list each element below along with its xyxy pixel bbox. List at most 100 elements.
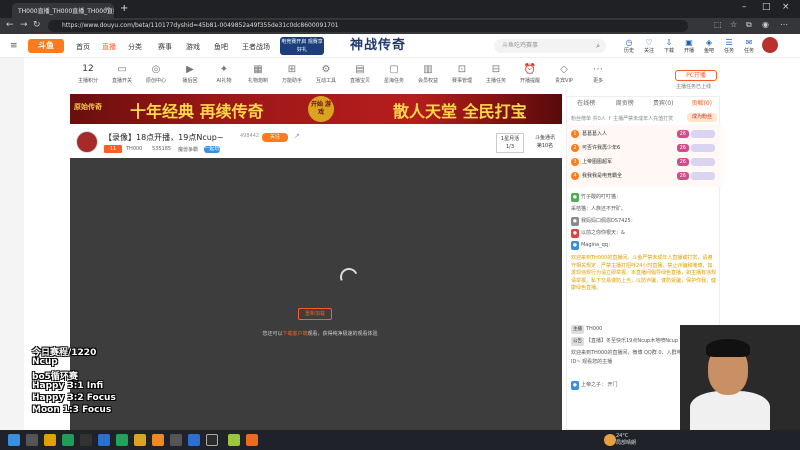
banner-left-text: 十年经典 再续传奇 bbox=[130, 102, 264, 121]
app-icon[interactable] bbox=[206, 434, 218, 446]
share-icon[interactable]: ↗ bbox=[294, 132, 300, 140]
favorites-icon[interactable]: ☆ bbox=[730, 20, 737, 29]
app-icon[interactable] bbox=[116, 434, 128, 446]
menu-icon[interactable]: ⋯ bbox=[780, 20, 788, 29]
search-icon[interactable]: ⌕ bbox=[596, 39, 600, 53]
nav-live[interactable]: 直播 bbox=[102, 42, 116, 52]
browser-tab[interactable]: TH000直播_TH000直播_TH000直播 × bbox=[12, 3, 114, 18]
follow-button[interactable]: ♡ 关注 bbox=[640, 38, 658, 54]
nav-fishbar[interactable]: 鱼吧 bbox=[214, 42, 228, 52]
reload-button[interactable]: 重新加载 bbox=[298, 308, 332, 320]
weather-widget[interactable]: 24°C 局部晴朗 bbox=[616, 433, 636, 447]
hamburger-icon[interactable]: ≡ bbox=[10, 41, 18, 51]
tool-switch[interactable]: ▭ 直播开关 bbox=[108, 64, 136, 84]
broadcast-button[interactable]: ▣ 开播 bbox=[680, 38, 698, 54]
tool-points[interactable]: 12 主播积分 bbox=[74, 64, 102, 84]
edge-icon[interactable] bbox=[62, 434, 74, 446]
ai-icon: ✦ bbox=[219, 64, 229, 75]
tab-vip[interactable]: 贵宾(0) bbox=[644, 97, 683, 111]
banner-start-button[interactable]: 开始 游戏 bbox=[308, 96, 334, 122]
rank-row[interactable]: 1 葛葛葛入人 26 bbox=[571, 129, 717, 139]
rank-row[interactable]: 2 可否许我再少年6 26 bbox=[571, 143, 717, 153]
tool-replay[interactable]: ▶ 播后回 bbox=[176, 64, 204, 84]
tool-member[interactable]: ▥ 会员权益 bbox=[414, 64, 442, 84]
tool-remind[interactable]: ⏰ 开播提醒 bbox=[516, 64, 544, 84]
search-placeholder: 斗鱼吃鸡赛事 bbox=[502, 42, 539, 49]
start-icon[interactable] bbox=[8, 434, 20, 446]
tool-original[interactable]: ◎ 原创中心 bbox=[142, 64, 170, 84]
task-gift-icon: ⊟ bbox=[491, 64, 501, 75]
tab-contrib[interactable]: 贡献(0) bbox=[683, 97, 722, 111]
download-button[interactable]: ⇩ 下载 bbox=[660, 38, 678, 54]
nav-games[interactable]: 游戏 bbox=[186, 42, 200, 52]
app-icon[interactable] bbox=[152, 434, 164, 446]
weather-icon[interactable] bbox=[604, 434, 616, 446]
rank-row[interactable]: 4 我我我是电竞霸全 26 bbox=[571, 171, 717, 181]
tab-weekly[interactable]: 周贡榜 bbox=[606, 97, 645, 111]
fishbar-button[interactable]: ◈ 鱼吧 bbox=[700, 38, 718, 54]
chat-text: 我妈妈口佩恩DS7425： bbox=[580, 218, 636, 224]
tab-online[interactable]: 在线榜 bbox=[567, 97, 606, 111]
forward-icon[interactable]: → bbox=[20, 20, 28, 30]
search-input[interactable]: 斗鱼吃鸡赛事 ⌕ bbox=[494, 39, 606, 53]
pc-broadcast-subtitle: 主播任务已上线 bbox=[676, 84, 712, 90]
rank-number: 3 bbox=[571, 158, 579, 166]
maximize-icon[interactable]: □ bbox=[762, 2, 771, 12]
news-rank[interactable]: 斗鱼通讯 第10名 bbox=[530, 133, 560, 153]
room-tag[interactable]: 一起玩 bbox=[204, 146, 220, 153]
tool-vip[interactable]: ◇ 贵宾VIP bbox=[550, 64, 578, 84]
tab-close-icon[interactable]: × bbox=[104, 5, 110, 13]
streamer-name[interactable]: TH000 bbox=[126, 146, 142, 152]
app-icon[interactable] bbox=[134, 434, 146, 446]
rank-name: 可否许我再少年6 bbox=[582, 145, 621, 151]
nav-events[interactable]: 赛事 bbox=[158, 42, 172, 52]
url-input[interactable]: https://www.douyu.com/beta/110177dyshid=… bbox=[48, 20, 688, 32]
minimize-icon[interactable]: – bbox=[742, 2, 747, 12]
become-fan-button[interactable]: 成为粉丝 bbox=[687, 113, 717, 122]
tool-interact[interactable]: ⚙ 互动工具 bbox=[312, 64, 340, 84]
task-button[interactable]: ☰ 任务 bbox=[720, 38, 738, 54]
promo-badge[interactable]: 电竞赛开启 观赛享好礼 bbox=[280, 37, 324, 55]
video-player[interactable]: 重新加载 您还可以下载客户端观看，获得纯净极速的观看体验 bbox=[70, 158, 562, 430]
app-icon[interactable] bbox=[80, 434, 92, 446]
douyu-logo[interactable]: 斗鱼 bbox=[28, 39, 64, 53]
back-icon[interactable]: ← bbox=[6, 20, 14, 30]
tool-helper[interactable]: ⊞ 万能助手 bbox=[278, 64, 306, 84]
user-avatar[interactable] bbox=[762, 37, 778, 53]
douyu-taskbar-icon[interactable] bbox=[246, 434, 258, 446]
app-icon[interactable] bbox=[228, 434, 240, 446]
nav-kog[interactable]: 王者战场 bbox=[242, 42, 270, 52]
collections-icon[interactable]: ⧉ bbox=[746, 20, 752, 30]
nav-home[interactable]: 首页 bbox=[76, 42, 90, 52]
nav-category[interactable]: 分类 bbox=[128, 42, 142, 52]
download-client-link[interactable]: 下载客户端 bbox=[282, 331, 307, 337]
history-button[interactable]: ◷ 历史 bbox=[620, 38, 638, 54]
explorer-icon[interactable] bbox=[44, 434, 56, 446]
tool-task[interactable]: ⊟ 主播任务 bbox=[482, 64, 510, 84]
tool-event[interactable]: ⊡ 赛事管理 bbox=[448, 64, 476, 84]
hero-ad-text[interactable]: 神战传奇 bbox=[350, 34, 445, 58]
search-taskbar-icon[interactable] bbox=[26, 434, 38, 446]
new-tab-icon[interactable]: + bbox=[120, 3, 128, 14]
tool-more[interactable]: ⋯ 更多 bbox=[584, 64, 612, 84]
chat-badge: ● bbox=[571, 229, 579, 238]
follow-button[interactable]: 关注 bbox=[262, 133, 288, 142]
ad-banner[interactable]: 原始传奇 十年经典 再续传奇 开始 游戏 散人天堂 全民打宝 bbox=[70, 94, 562, 124]
tool-baby[interactable]: ▤ 直播宝贝 bbox=[346, 64, 374, 84]
streamer-avatar[interactable] bbox=[76, 131, 98, 153]
app-icon[interactable] bbox=[188, 434, 200, 446]
tool-gift[interactable]: ▦ 礼物炮制 bbox=[244, 64, 272, 84]
profile-icon[interactable]: ◉ bbox=[762, 20, 769, 29]
pc-broadcast-button[interactable]: PC开播 bbox=[675, 70, 717, 81]
close-window-icon[interactable]: × bbox=[782, 2, 790, 12]
task2-button[interactable]: ✉ 任务 bbox=[740, 38, 758, 54]
extension-icon[interactable]: ⬚ bbox=[714, 20, 722, 29]
room-category[interactable]: 魔兽争霸 bbox=[178, 146, 198, 153]
app-icon[interactable] bbox=[98, 434, 110, 446]
tool-ai-gift[interactable]: ✦ AI礼物 bbox=[210, 64, 238, 84]
rank-row[interactable]: 3 上帝图图超军 26 bbox=[571, 157, 717, 167]
tool-star-task[interactable]: ▢ 星海任务 bbox=[380, 64, 408, 84]
reload-icon[interactable]: ↻ bbox=[33, 20, 41, 30]
app-icon[interactable] bbox=[170, 434, 182, 446]
monthly-rank[interactable]: 1星月活 1/3 bbox=[496, 133, 524, 153]
